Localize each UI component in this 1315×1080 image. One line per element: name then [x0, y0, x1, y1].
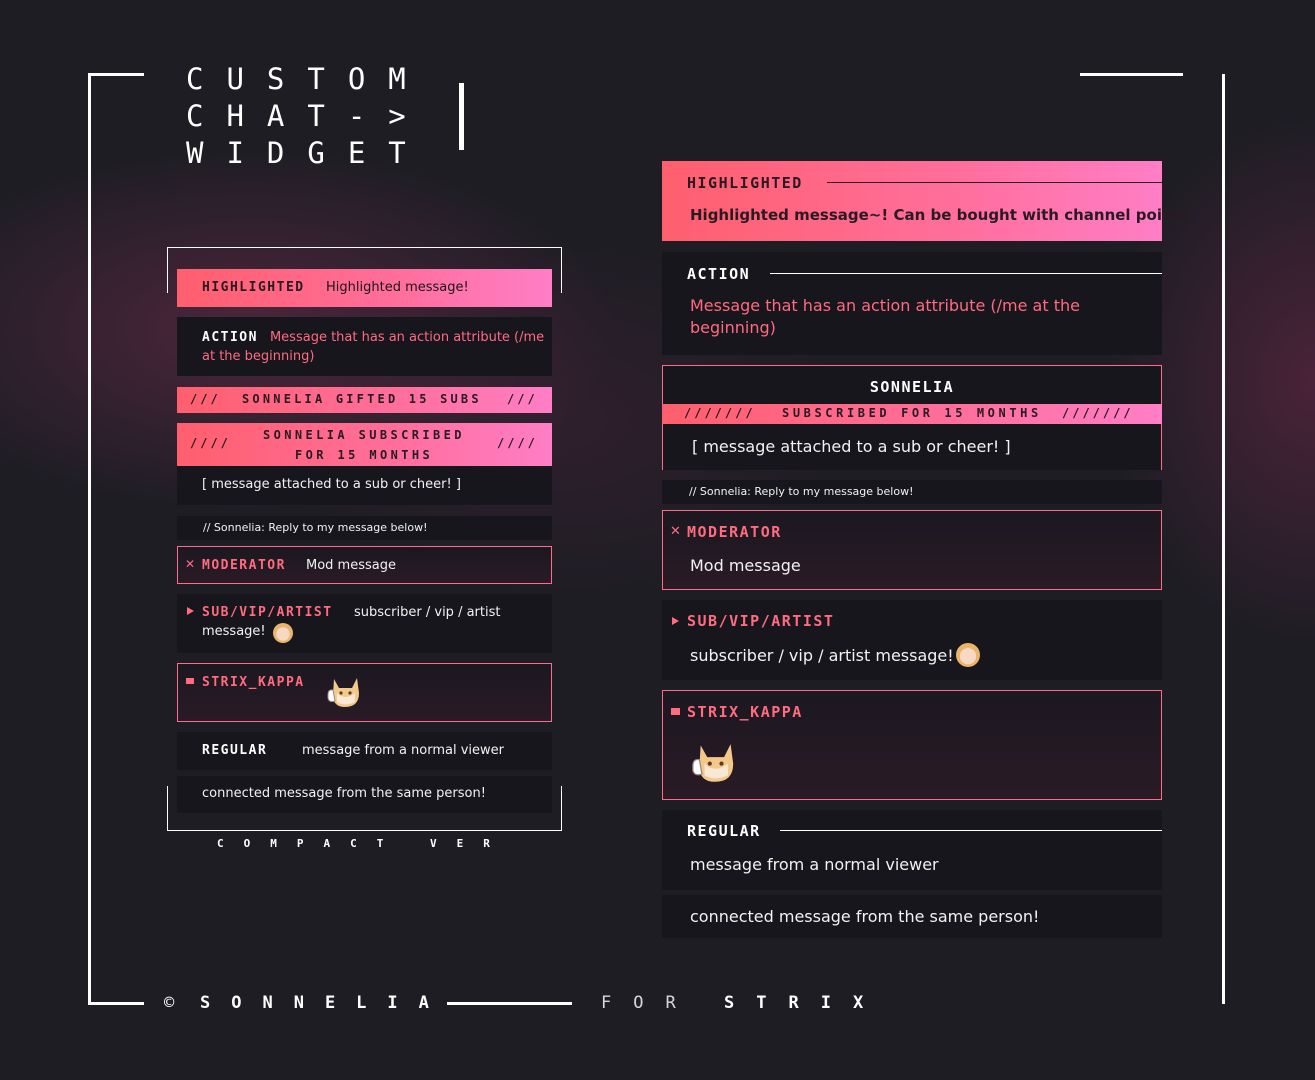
sub-message-text: [ message attached to a sub or cheer! ]	[692, 437, 1011, 456]
sub-line-1: SONNELIA SUBSCRIBED	[263, 428, 465, 442]
compact-highlighted-message: HIGHLIGHTED Highlighted message!	[177, 269, 552, 307]
full-moderator-message: ✕ MODERATOR Mod message	[662, 510, 1162, 590]
emote-icon	[956, 643, 980, 667]
sub-banner-text: SUBSCRIBED FOR 15 MONTHS	[782, 406, 1042, 420]
play-icon	[672, 617, 679, 625]
moderator-label: MODERATOR	[687, 523, 782, 541]
footer-copyright: ©	[164, 993, 175, 1013]
connected-text: connected message from the same person!	[202, 786, 486, 801]
broadcaster-label: STRIX_KAPPA	[202, 675, 305, 690]
highlighted-divider	[827, 182, 1162, 183]
regular-text: message from a normal viewer	[690, 855, 939, 874]
reply-text: // Sonnelia: Reply to my message below!	[689, 485, 914, 498]
frame-right-line	[1222, 74, 1225, 1004]
subvip-label: SUB/VIP/ARTIST	[687, 612, 835, 630]
play-icon	[187, 607, 194, 615]
compact-sub-message: [ message attached to a sub or cheer! ]	[177, 466, 552, 505]
sword-icon: ✕	[185, 557, 196, 571]
connected-text: connected message from the same person!	[690, 907, 1040, 926]
highlighted-label: HIGHLIGHTED	[202, 280, 305, 295]
full-action-message: ACTION Message that has an action attrib…	[662, 252, 1162, 355]
sub-message-text: [ message attached to a sub or cheer! ]	[202, 477, 461, 492]
footer-author: SONNELIA	[200, 993, 450, 1013]
action-text: ACTION Message that has an action attribu…	[202, 328, 547, 366]
camera-icon	[186, 678, 194, 684]
frame-top-left-line	[88, 73, 144, 76]
gift-text: SONNELIA GIFTED 15 SUBS	[242, 392, 482, 406]
cat-thumbs-up-emote-icon	[327, 678, 359, 707]
gift-slashes-left: ///	[190, 392, 221, 406]
moderator-label: MODERATOR	[202, 558, 286, 573]
compact-sub-banner: //// SONNELIA SUBSCRIBED FOR 15 MONTHS /…	[177, 423, 552, 466]
compact-reply: // Sonnelia: Reply to my message below!	[177, 516, 552, 540]
footer-client: STRIX	[724, 993, 886, 1013]
compact-regular-message: REGULAR message from a normal viewer	[177, 732, 552, 770]
compact-caption: COMPACT VER	[217, 837, 510, 850]
emote-icon	[273, 623, 293, 643]
full-broadcaster-message: STRIX_KAPPA	[662, 690, 1162, 800]
frame-left-line	[88, 73, 91, 1005]
action-label: ACTION	[687, 265, 751, 283]
sub-slashes-left: ///////	[684, 406, 756, 420]
action-divider	[770, 273, 1162, 274]
full-sub-banner: /////// SUBSCRIBED FOR 15 MONTHS ///////	[662, 404, 1162, 424]
compact-broadcaster-message: STRIX_KAPPA	[177, 663, 552, 722]
frame-bottom-mid-line	[447, 1002, 572, 1005]
action-text-line1: Message that has an action attribute (/m…	[690, 296, 1080, 315]
compact-action-message: ACTION Message that has an action attribu…	[177, 317, 552, 376]
cat-thumbs-up-emote-icon	[692, 744, 734, 782]
sub-slashes-right: ////	[497, 436, 538, 450]
full-subvip-message: SUB/VIP/ARTIST subscriber / vip / artist…	[662, 600, 1162, 680]
subvip-text: subscriber / vip / artist message!	[690, 646, 954, 665]
regular-divider	[780, 830, 1162, 831]
moderator-text: Mod message	[690, 556, 801, 575]
sword-icon: ✕	[670, 524, 681, 539]
compact-connected-message: connected message from the same person!	[177, 776, 552, 813]
full-highlighted-message: HIGHLIGHTED Highlighted message~! Can be…	[662, 161, 1189, 241]
reply-text: // Sonnelia: Reply to my message below!	[203, 521, 428, 534]
full-regular-message: REGULAR message from a normal viewer	[662, 810, 1162, 890]
sub-line-2: FOR 15 MONTHS	[295, 448, 434, 462]
subvip-text-line1: subscriber / vip / artist	[354, 605, 501, 620]
compact-gift-banner: /// SONNELIA GIFTED 15 SUBS ///	[177, 387, 552, 413]
title-line-3: WIDGET	[186, 136, 429, 170]
moderator-text: Mod message	[306, 558, 396, 573]
sub-slashes-left: ////	[190, 436, 231, 450]
action-label: ACTION	[202, 330, 258, 345]
highlighted-text: Highlighted message~! Can be bought with…	[690, 206, 1189, 224]
regular-text: message from a normal viewer	[302, 743, 505, 758]
full-connected-message: connected message from the same person!	[662, 895, 1162, 938]
regular-label: REGULAR	[202, 743, 268, 758]
action-text-line2: beginning)	[690, 318, 776, 337]
title-line-2: CHAT->	[186, 99, 429, 133]
camera-icon	[671, 708, 680, 715]
highlighted-label: HIGHLIGHTED	[687, 174, 803, 192]
highlighted-text: Highlighted message!	[326, 280, 469, 295]
subvip-text-line2: message!	[202, 624, 266, 639]
title-bar-line	[459, 83, 464, 150]
frame-top-right-line	[1080, 73, 1183, 76]
gift-slashes-right: ///	[507, 392, 538, 406]
compact-moderator-message: ✕ MODERATOR Mod message	[177, 546, 552, 584]
subvip-label: SUB/VIP/ARTIST	[202, 605, 333, 620]
broadcaster-label: STRIX_KAPPA	[687, 703, 803, 721]
footer-for: FOR	[601, 993, 698, 1013]
full-reply: // Sonnelia: Reply to my message below!	[662, 480, 1162, 504]
sub-slashes-right: ///////	[1062, 406, 1134, 420]
frame-bottom-left-line	[88, 1002, 144, 1005]
title-line-1: CUSTOM	[186, 62, 429, 96]
sub-name: SONNELIA	[869, 378, 955, 396]
compact-subvip-message: SUB/VIP/ARTIST subscriber / vip / artist…	[177, 594, 552, 653]
regular-label: REGULAR	[687, 822, 761, 840]
